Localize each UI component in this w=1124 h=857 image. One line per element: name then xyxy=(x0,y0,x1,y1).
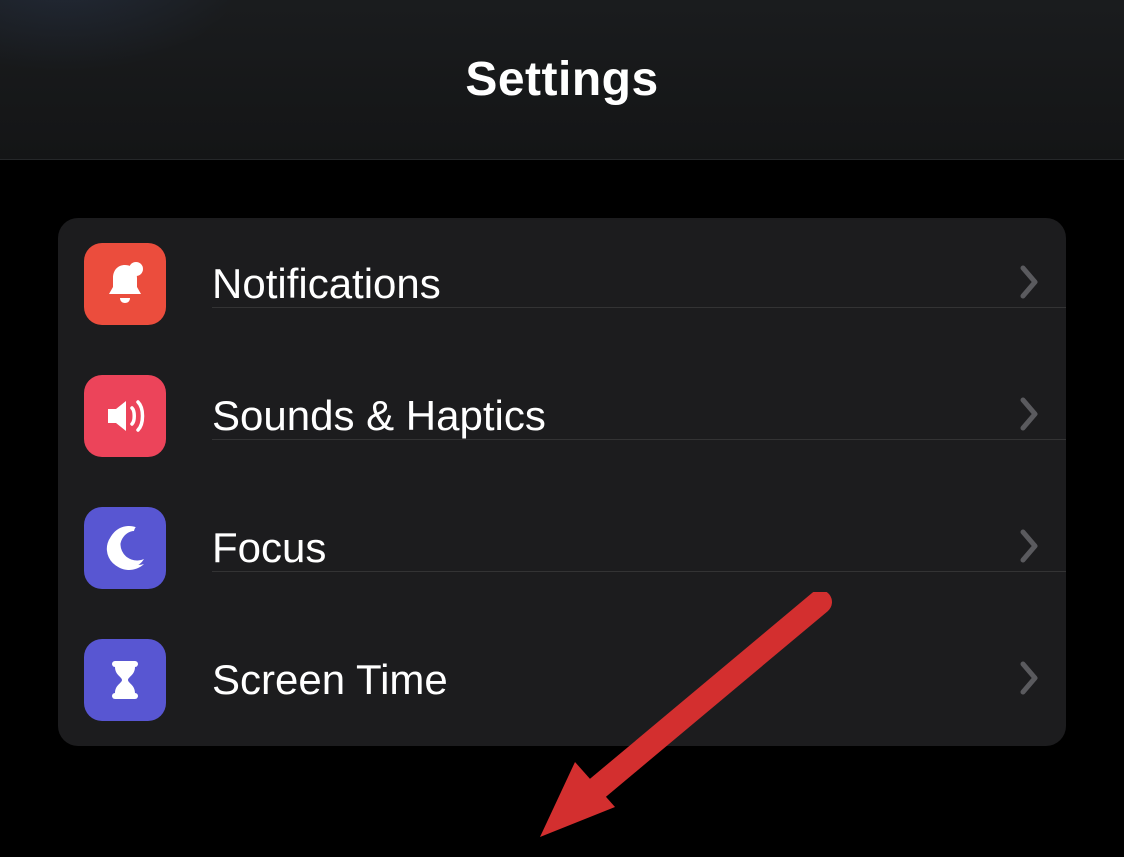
settings-row-label: Screen Time xyxy=(212,656,1020,704)
settings-row-label: Sounds & Haptics xyxy=(212,392,1020,440)
chevron-right-icon xyxy=(1020,265,1040,304)
settings-row-sounds[interactable]: Sounds & Haptics xyxy=(58,350,1066,482)
moon-icon xyxy=(84,507,166,589)
header-glow xyxy=(0,0,260,80)
hourglass-icon xyxy=(84,639,166,721)
settings-row-notifications[interactable]: Notifications xyxy=(58,218,1066,350)
settings-row-focus[interactable]: Focus xyxy=(58,482,1066,614)
page-title: Settings xyxy=(465,52,658,107)
chevron-right-icon xyxy=(1020,397,1040,436)
header-bar: Settings xyxy=(0,0,1124,160)
settings-row-label: Focus xyxy=(212,524,1020,572)
settings-row-label: Notifications xyxy=(212,260,1020,308)
chevron-right-icon xyxy=(1020,529,1040,568)
chevron-right-icon xyxy=(1020,661,1040,700)
bell-badge-icon xyxy=(84,243,166,325)
settings-row-screentime[interactable]: Screen Time xyxy=(58,614,1066,746)
speaker-icon xyxy=(84,375,166,457)
settings-group: Notifications Sounds & Haptics xyxy=(58,218,1066,746)
content-area: Notifications Sounds & Haptics xyxy=(0,160,1124,804)
